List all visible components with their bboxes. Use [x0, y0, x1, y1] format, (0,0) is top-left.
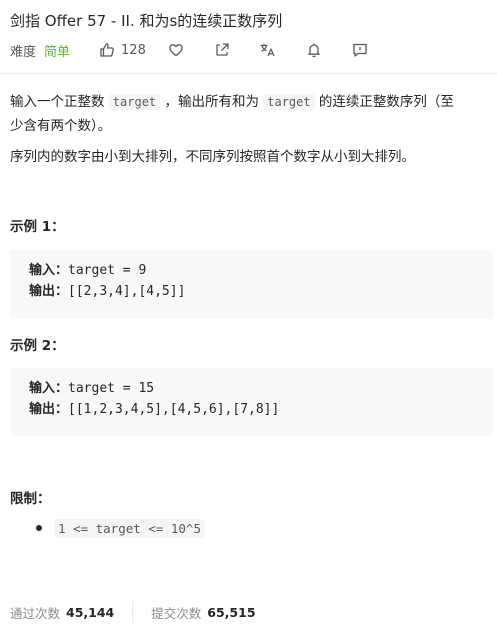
description-paragraph-1: 输入一个正整数 target ，输出所有和为 target 的连续正整数序列（至… — [10, 90, 490, 138]
description-text: ，输出所有和为 — [160, 94, 264, 110]
description-text: 输入一个正整数 — [10, 94, 109, 110]
inline-code-target: target — [263, 94, 315, 110]
like-count: 128 — [121, 42, 146, 58]
submissions-count: 65,515 — [207, 604, 256, 620]
input-value: target = 9 — [68, 263, 147, 278]
heart-icon[interactable] — [167, 41, 185, 59]
example-input-row: 输入：target = 9 — [29, 260, 493, 281]
difficulty-badge: 简单 — [44, 44, 71, 60]
submission-stats: 通过次数 45,144 提交次数 65,515 — [10, 601, 256, 623]
constraint-item: 1 <= target <= 10^5 — [54, 519, 205, 538]
bell-icon[interactable] — [305, 41, 323, 59]
example-2-heading: 示例 2： — [10, 338, 65, 354]
output-label: 输出： — [29, 402, 69, 417]
feedback-icon[interactable] — [351, 41, 369, 59]
description-text: 少含有两个数）。 — [10, 118, 112, 134]
output-value: [[1,2,3,4,5],[4,5,6],[7,8]] — [68, 402, 280, 417]
example-2-code-block: 输入：target = 15 输出：[[1,2,3,4,5],[4,5,6],[… — [10, 368, 493, 436]
output-label: 输出： — [29, 284, 69, 299]
problem-meta-bar: 难度 简单 128 — [10, 40, 369, 60]
thumbs-up-icon[interactable] — [98, 41, 116, 59]
bullet-point — [36, 525, 42, 531]
output-value: [[2,3,4],[4,5]] — [68, 284, 186, 299]
accepted-count: 45,144 — [66, 604, 115, 620]
input-label: 输入： — [29, 381, 69, 396]
difficulty-label: 难度 — [10, 44, 37, 60]
input-label: 输入： — [29, 263, 69, 278]
translate-icon[interactable] — [259, 41, 277, 59]
example-1-heading: 示例 1： — [10, 219, 65, 235]
submissions-label: 提交次数 — [151, 605, 202, 621]
share-icon[interactable] — [213, 41, 231, 59]
example-input-row: 输入：target = 15 — [29, 378, 493, 399]
problem-title: 剑指 Offer 57 - II. 和为s的连续正数序列 — [10, 12, 283, 30]
constraints-heading: 限制： — [10, 491, 51, 507]
example-1-code-block: 输入：target = 9 输出：[[2,3,4],[4,5]] — [10, 250, 493, 319]
description-paragraph-2: 序列内的数字由小到大排列，不同序列按照首个数字从小到大排列。 — [10, 149, 415, 165]
input-value: target = 15 — [68, 381, 155, 396]
accepted-label: 通过次数 — [10, 605, 61, 621]
example-output-row: 输出：[[1,2,3,4,5],[4,5,6],[7,8]] — [29, 399, 493, 420]
example-output-row: 输出：[[2,3,4],[4,5]] — [29, 281, 493, 302]
stats-divider — [132, 601, 134, 623]
header-divider — [0, 73, 497, 74]
inline-code-target: target — [108, 94, 161, 110]
description-text: 的连续正整数序列（至 — [314, 94, 454, 110]
